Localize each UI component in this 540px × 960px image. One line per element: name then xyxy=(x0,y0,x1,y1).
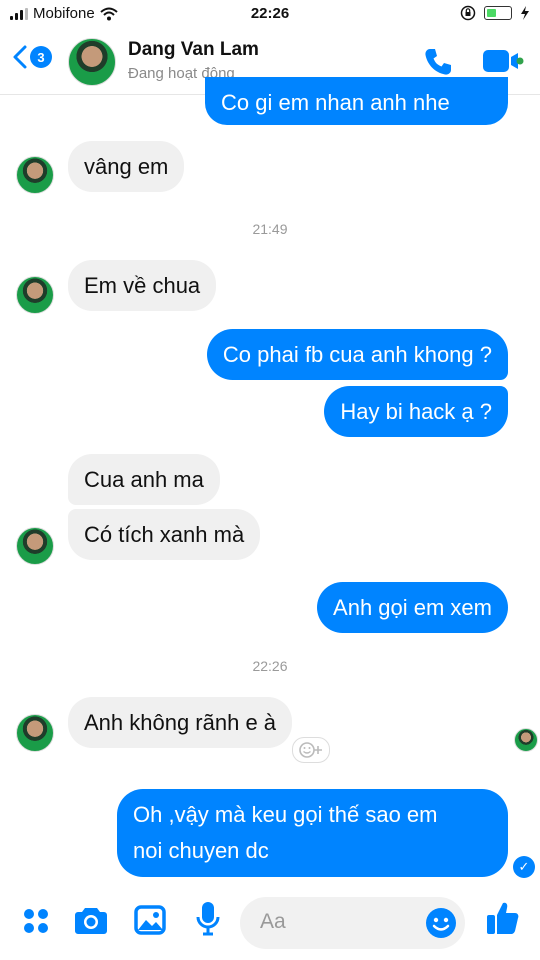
outgoing-message[interactable]: Co gi em nhan anh nhe xyxy=(205,77,508,125)
emoji-button[interactable] xyxy=(425,907,457,944)
video-icon xyxy=(483,50,524,72)
message-input-placeholder: Aa xyxy=(260,910,286,933)
read-receipt-avatar xyxy=(514,728,538,752)
delivered-check-icon: ✓ xyxy=(513,856,535,878)
voice-button[interactable] xyxy=(196,901,220,942)
status-time: 22:26 xyxy=(250,5,290,22)
charging-icon xyxy=(521,6,529,20)
sender-avatar[interactable] xyxy=(16,156,54,194)
incoming-message[interactable]: Em về chua xyxy=(68,260,217,311)
like-icon xyxy=(487,902,519,934)
apps-button[interactable] xyxy=(22,907,50,940)
message-line: noi chuyen dc xyxy=(133,838,269,863)
outgoing-message[interactable]: Anh gọi em xem xyxy=(317,582,508,633)
contact-avatar[interactable] xyxy=(68,38,116,86)
outgoing-message[interactable]: Oh ,vậy mà keu gọi thế sao em noi chuyen… xyxy=(117,789,508,877)
message-input[interactable]: Aa xyxy=(240,897,465,949)
back-button[interactable]: 3 xyxy=(12,44,52,70)
emoji-icon xyxy=(426,908,456,938)
status-bar: Mobifone 22:26 xyxy=(0,0,540,30)
battery-icon xyxy=(484,6,512,20)
orientation-lock-icon xyxy=(460,5,476,21)
timestamp: 22:26 xyxy=(252,658,288,674)
message-line: Oh ,vậy mà keu gọi thế sao em xyxy=(133,802,438,827)
incoming-message[interactable]: Có tích xanh mà xyxy=(68,509,261,560)
gallery-button[interactable] xyxy=(134,905,166,940)
add-reaction-button[interactable] xyxy=(292,737,330,763)
incoming-message[interactable]: vâng em xyxy=(68,141,185,192)
sender-avatar[interactable] xyxy=(16,527,54,565)
outgoing-message[interactable]: Hay bi hack ạ ? xyxy=(324,386,508,437)
outgoing-message[interactable]: Co phai fb cua anh khong ? xyxy=(206,329,508,380)
unread-count-badge: 3 xyxy=(30,46,52,68)
camera-button[interactable] xyxy=(74,905,108,940)
video-call-button[interactable] xyxy=(482,48,524,79)
sender-avatar[interactable] xyxy=(16,276,54,314)
sender-avatar[interactable] xyxy=(16,714,54,752)
phone-icon xyxy=(425,49,451,75)
image-icon xyxy=(134,905,166,935)
status-right xyxy=(460,5,530,21)
timestamp: 21:49 xyxy=(252,221,288,237)
contact-name[interactable]: Dang Van Lam xyxy=(128,39,259,61)
back-chevron-icon xyxy=(13,45,27,69)
like-button[interactable] xyxy=(486,900,520,941)
camera-icon xyxy=(75,908,107,934)
message-composer: Aa xyxy=(0,885,540,960)
incoming-message[interactable]: Anh không rãnh e à xyxy=(68,697,293,748)
incoming-message[interactable]: Cua anh ma xyxy=(68,454,220,505)
microphone-icon xyxy=(196,902,220,936)
message-list[interactable]: Co gi em nhan anh nhe vâng em 21:49 Em v… xyxy=(0,77,540,885)
apps-icon xyxy=(24,909,48,933)
add-reaction-icon xyxy=(299,742,322,758)
